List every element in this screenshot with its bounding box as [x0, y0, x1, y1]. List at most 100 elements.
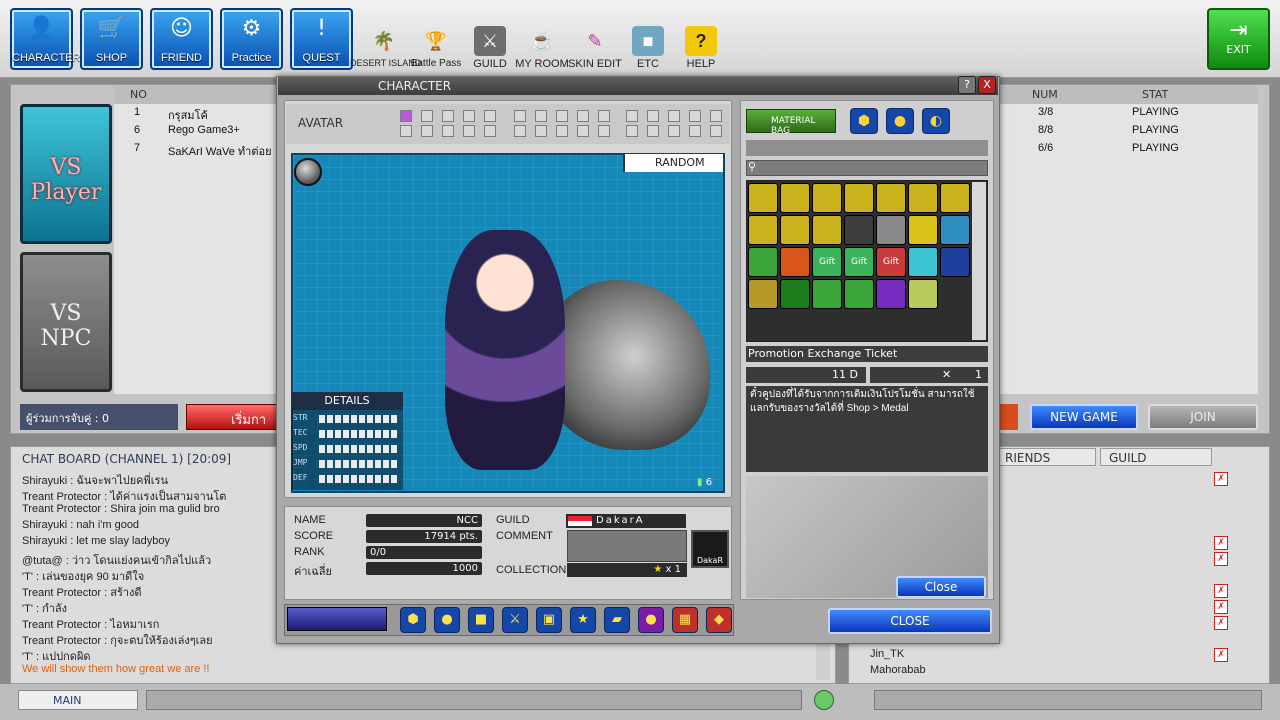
room-row-status[interactable]: 3/8 PLAYING [1000, 106, 1258, 124]
character-nav-button[interactable]: 👤 CHARACTER [10, 8, 80, 70]
close-icon[interactable]: X [978, 76, 996, 94]
inventory-item-icon[interactable] [844, 215, 874, 245]
avatar-slot[interactable] [442, 110, 454, 122]
inventory-item-icon[interactable] [780, 247, 810, 277]
bag-icon[interactable]: ● [638, 607, 664, 633]
sword-icon[interactable]: ⚔ [502, 607, 528, 633]
room-row-status[interactable]: 6/6 PLAYING [1000, 142, 1258, 160]
avatar-slot[interactable] [598, 125, 610, 137]
avatar-slot[interactable] [577, 125, 589, 137]
friend-item[interactable]: Jin_TK [870, 648, 904, 660]
avatar-slot[interactable] [421, 125, 433, 137]
inventory-item-icon[interactable]: Gift [876, 247, 906, 277]
speech-bubble-icon[interactable]: ● [434, 607, 460, 633]
tab-friends[interactable]: RIENDS [996, 448, 1096, 466]
room-row[interactable]: 7 SaKArI WaVe ทำต่อย [114, 142, 286, 160]
inventory-item-icon[interactable] [940, 215, 970, 245]
avatar-slot[interactable] [463, 110, 475, 122]
box-icon[interactable]: ▣ [536, 607, 562, 633]
cube-icon[interactable]: ■ [468, 607, 494, 633]
start-matching-button[interactable]: เริ่มกา [186, 404, 278, 430]
inventory-item-icon[interactable] [748, 183, 778, 213]
help-button[interactable]: ? HELP [667, 26, 735, 70]
room-row[interactable]: 6 Rego Game3+ [114, 124, 286, 142]
avatar-slot[interactable] [626, 110, 638, 122]
chat-input[interactable] [146, 690, 802, 710]
inventory-item-icon[interactable] [908, 215, 938, 245]
friend-search-input[interactable] [874, 690, 1262, 710]
quest-nav-button[interactable]: ! QUEST [290, 8, 353, 70]
avatar-slot[interactable] [484, 110, 496, 122]
inventory-item-icon[interactable] [844, 279, 874, 309]
inventory-item-icon[interactable] [780, 183, 810, 213]
shop-nav-button[interactable]: 🛒 SHOP [80, 8, 143, 70]
material-bag-tab[interactable]: MATERIAL BAG [746, 109, 836, 136]
inventory-item-icon[interactable] [908, 247, 938, 277]
room-row-status[interactable]: 8/8 PLAYING [1000, 124, 1258, 142]
avatar-slot[interactable] [668, 125, 680, 137]
avatar-slot[interactable] [710, 125, 722, 137]
comment-field[interactable] [567, 530, 687, 562]
inventory-item-icon[interactable] [748, 279, 778, 309]
ring-tab-icon[interactable]: ◐ [922, 108, 950, 134]
bag-tab-icon[interactable]: ● [886, 108, 914, 134]
tab-guild[interactable]: GUILD [1100, 448, 1212, 466]
join-button[interactable]: JOIN [1148, 404, 1258, 430]
friend-nav-button[interactable]: ☺ FRIEND [150, 8, 213, 70]
vs-npc-button[interactable]: VS NPC [20, 252, 112, 392]
random-button[interactable]: RANDOM [623, 154, 723, 172]
avatar-slot[interactable] [421, 110, 433, 122]
avatar-slot[interactable] [484, 125, 496, 137]
avatar-slot[interactable] [442, 125, 454, 137]
avatar-slot[interactable] [710, 110, 722, 122]
avatar-slot[interactable] [535, 110, 547, 122]
egg-icon[interactable] [294, 158, 322, 186]
chart-icon[interactable]: ▦ [672, 607, 698, 633]
avatar-slot[interactable] [463, 125, 475, 137]
avatar-slot[interactable] [626, 125, 638, 137]
inventory-scrollbar[interactable] [972, 182, 986, 340]
avatar-slot[interactable] [556, 110, 568, 122]
avatar-slot[interactable] [689, 125, 701, 137]
inventory-item-icon[interactable] [876, 183, 906, 213]
send-icon[interactable] [814, 690, 834, 710]
inventory-item-icon[interactable] [940, 247, 970, 277]
vs-player-button[interactable]: VS Player [20, 104, 112, 244]
inventory-item-icon[interactable] [844, 183, 874, 213]
inventory-item-icon[interactable] [940, 183, 970, 213]
practice-nav-button[interactable]: ⚙ Practice [220, 8, 283, 70]
inventory-search-input[interactable] [746, 160, 988, 176]
avatar-slot[interactable] [598, 110, 610, 122]
avatar-slot[interactable] [535, 125, 547, 137]
inventory-item-icon[interactable] [748, 215, 778, 245]
avatar-slot[interactable] [514, 125, 526, 137]
inventory-item-icon[interactable] [812, 183, 842, 213]
character-slot-bar[interactable] [287, 607, 387, 631]
hexagon-icon[interactable]: ⬢ [400, 607, 426, 633]
room-filter-icon[interactable] [1000, 404, 1018, 430]
avatar-slot[interactable] [577, 110, 589, 122]
inventory-item-icon[interactable]: Gift [844, 247, 874, 277]
inventory-item-icon[interactable] [908, 183, 938, 213]
avatar-slot[interactable] [400, 110, 412, 122]
folder-icon[interactable]: ▰ [604, 607, 630, 633]
close-bag-button[interactable]: Close [896, 576, 986, 598]
inventory-item-icon[interactable] [780, 279, 810, 309]
exit-button[interactable]: ⇥ EXIT [1207, 8, 1270, 70]
friend-item[interactable]: Mahorabab [870, 664, 926, 676]
help-icon[interactable]: ? [958, 76, 976, 94]
avatar-slot[interactable] [556, 125, 568, 137]
close-window-button[interactable]: CLOSE [828, 608, 992, 634]
avatar-slot[interactable] [647, 125, 659, 137]
inventory-item-icon[interactable] [908, 279, 938, 309]
chat-channel-select[interactable]: MAIN [18, 690, 138, 710]
avatar-slot[interactable] [400, 125, 412, 137]
hexagon-tab-icon[interactable]: ⬢ [850, 108, 878, 134]
star-icon[interactable]: ★ [570, 607, 596, 633]
card-icon[interactable]: ◆ [706, 607, 732, 633]
room-row[interactable]: 1 กรุสมโค้ [114, 106, 286, 124]
inventory-item-icon[interactable] [748, 247, 778, 277]
inventory-item-icon[interactable] [876, 279, 906, 309]
new-game-button[interactable]: NEW GAME [1030, 404, 1138, 430]
inventory-item-icon[interactable] [812, 215, 842, 245]
